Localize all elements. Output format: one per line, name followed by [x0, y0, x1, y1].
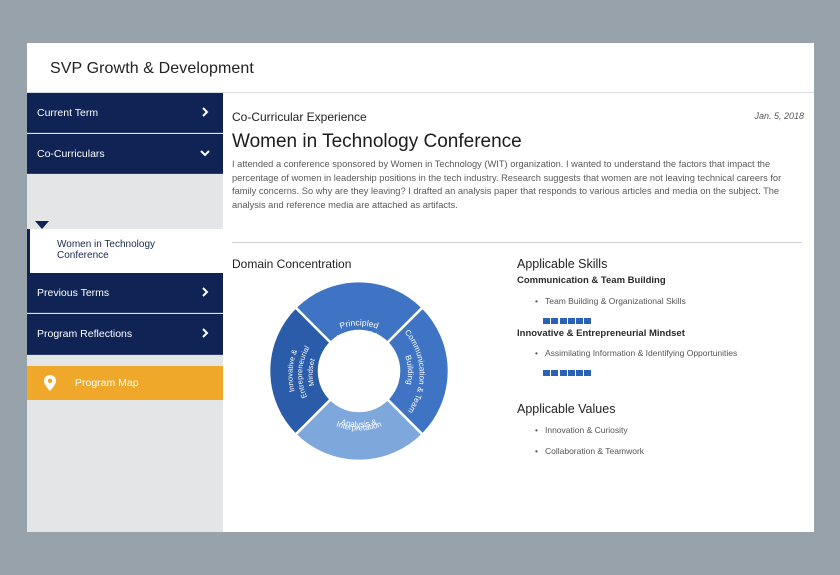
skill-level-bar: [543, 363, 593, 376]
sidebar-item-co-curriculars[interactable]: Co-Curriculars: [27, 134, 223, 174]
sidebar-item-program-map[interactable]: Program Map: [27, 366, 223, 400]
app-title: SVP Growth & Development: [50, 60, 254, 77]
skill-item: Assimilating Information & Identifying O…: [535, 348, 737, 358]
app-window: SVP Growth & Development Current Term Co…: [27, 43, 814, 532]
sidebar-item-program-reflections[interactable]: Program Reflections: [27, 314, 223, 355]
post-date: Jan. 5, 2018: [754, 111, 804, 121]
sidebar-item-label: Program Map: [75, 377, 139, 389]
skill-heading: Communication & Team Building: [517, 275, 666, 286]
divider: [232, 242, 802, 243]
value-item: Innovation & Curiosity: [535, 425, 628, 435]
active-notch: [35, 221, 49, 229]
map-pin-icon: [44, 375, 56, 391]
sidebar-item-current-term[interactable]: Current Term: [27, 93, 223, 133]
sidebar-item-label: Current Term: [37, 107, 99, 119]
applicable-values-title: Applicable Values: [517, 402, 616, 416]
sidebar-subitem-women-in-technology[interactable]: Women in Technology Conference: [27, 229, 223, 273]
app-header: SVP Growth & Development: [27, 43, 814, 93]
skill-heading: Innovative & Entrepreneurial Mindset: [517, 328, 685, 339]
chevron-down-icon: [200, 150, 210, 157]
main-content: Co-Curricular Experience Jan. 5, 2018 Wo…: [223, 93, 814, 532]
skill-level-bar: [543, 311, 593, 324]
post-body: I attended a conference sponsored by Wom…: [232, 159, 782, 210]
value-item: Collaboration & Teamwork: [535, 446, 644, 456]
sidebar-item-label: Previous Terms: [37, 287, 110, 299]
applicable-skills-title: Applicable Skills: [517, 257, 608, 271]
sidebar-item-label: Program Reflections: [37, 328, 133, 340]
chevron-right-icon: [202, 328, 209, 338]
page-title: Women in Technology Conference: [232, 131, 522, 152]
domain-wheel: Principled Leadership Communication & Te…: [269, 281, 449, 461]
sidebar-item-previous-terms[interactable]: Previous Terms: [27, 273, 223, 313]
sidebar-item-label: Co-Curriculars: [37, 148, 105, 160]
sidebar-subitem-label: Women in Technology Conference: [57, 239, 156, 261]
chevron-right-icon: [202, 107, 209, 117]
skill-item: Team Building & Organizational Skills: [535, 296, 686, 306]
section-type: Co-Curricular Experience: [232, 110, 367, 124]
domain-concentration-title: Domain Concentration: [232, 257, 352, 271]
chevron-right-icon: [202, 287, 209, 297]
sidebar: Current Term Co-Curriculars Women in Tec…: [27, 93, 223, 532]
